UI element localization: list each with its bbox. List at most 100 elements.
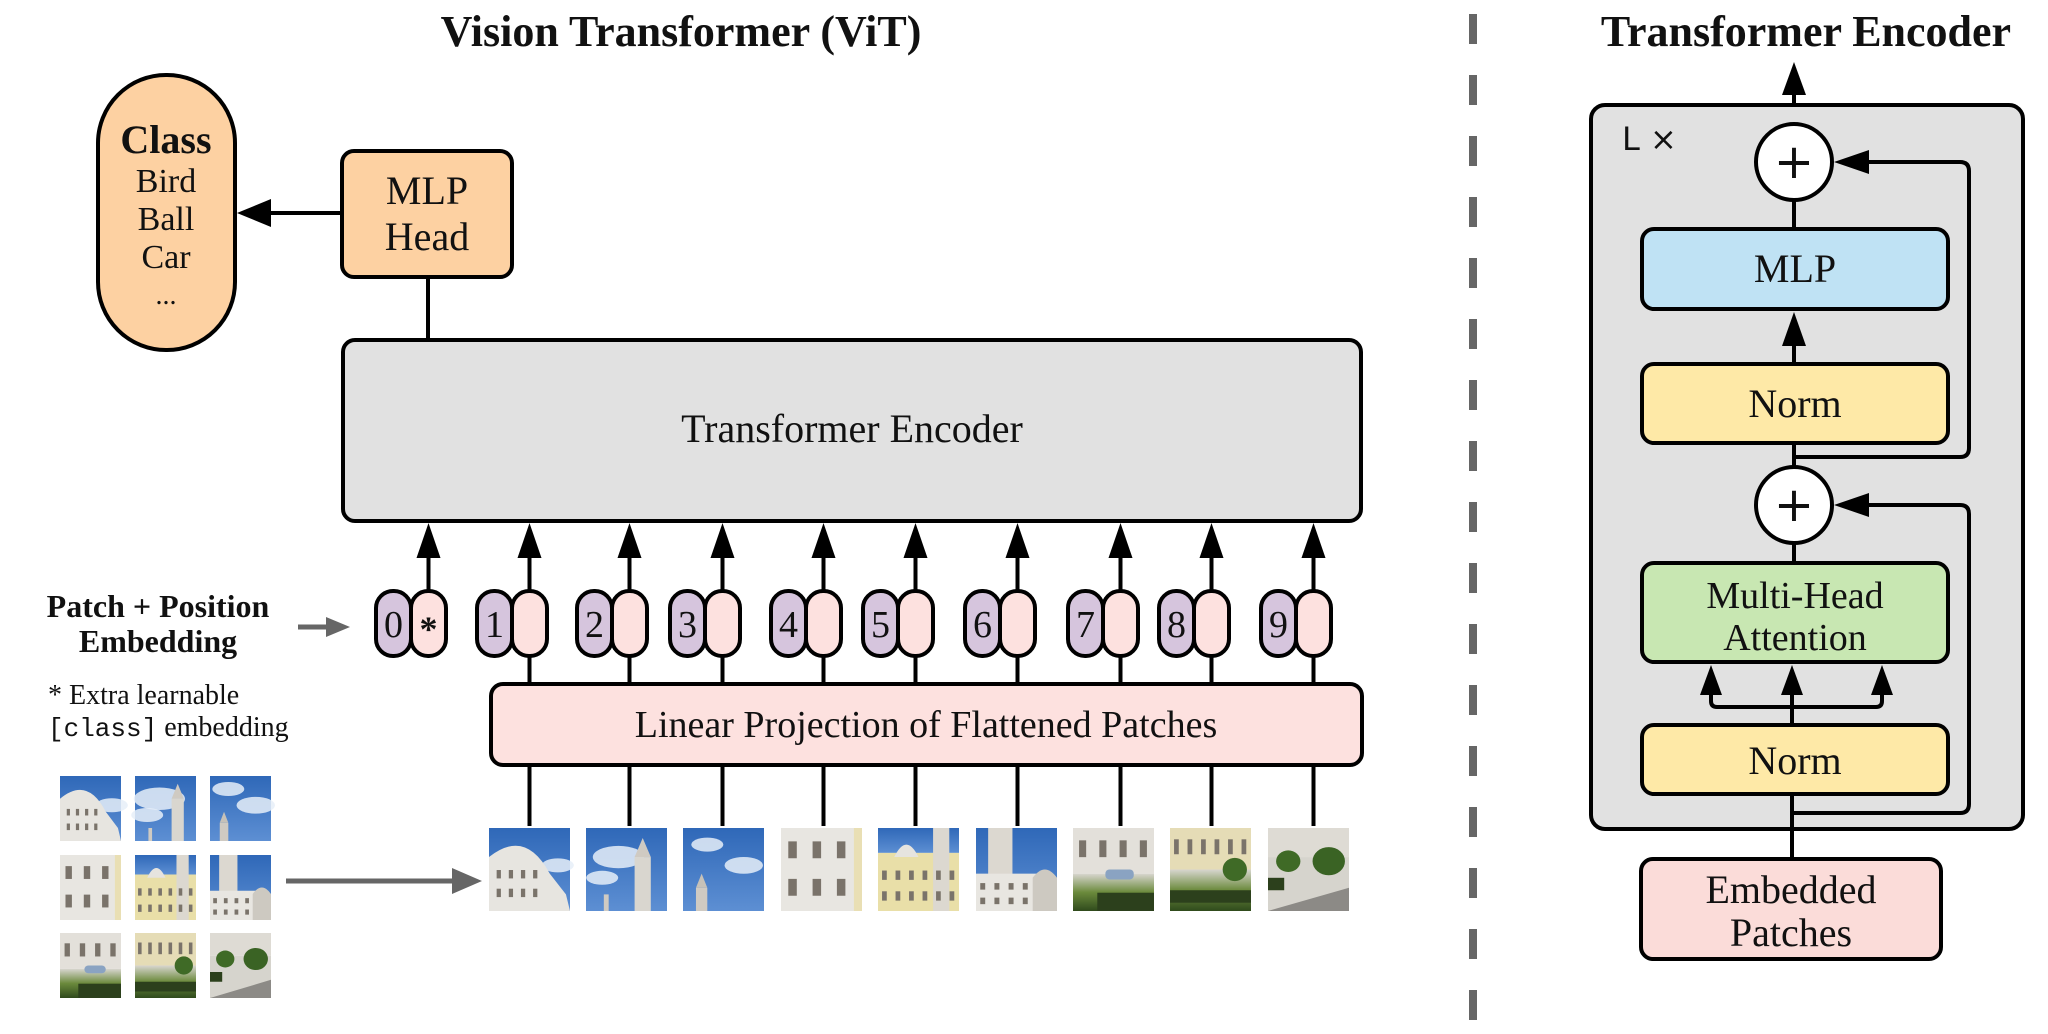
position-index: 9 — [1269, 604, 1288, 646]
divider-dash — [1469, 929, 1477, 959]
patch-embedding — [998, 589, 1037, 658]
patch-image — [210, 776, 275, 841]
embedded-patches-label: Patches — [1730, 910, 1852, 955]
patch-image — [135, 855, 196, 920]
position-index: 3 — [678, 604, 697, 646]
embedding-label: Embedding — [79, 623, 237, 659]
class-item: Car — [141, 239, 191, 276]
mlp-label: MLP — [1754, 246, 1836, 291]
position-index: 8 — [1167, 604, 1186, 646]
patch-embedding — [1101, 589, 1140, 658]
embedding-label: Patch + Position — [47, 588, 270, 624]
arrowhead-icon — [452, 868, 482, 894]
patch-image — [1170, 828, 1251, 911]
class-item: Ball — [138, 201, 195, 238]
arrowhead-icon — [1108, 523, 1133, 558]
norm-label: Norm — [1748, 381, 1841, 426]
encoder-block — [1589, 103, 2025, 831]
token-pair: 6 — [963, 523, 1037, 684]
patch-embedding — [1192, 589, 1231, 658]
arrowhead-icon — [1199, 523, 1224, 558]
norm-label: Norm — [1748, 738, 1841, 783]
divider-dash — [1469, 807, 1477, 837]
divider-dash — [1469, 441, 1477, 471]
arrowhead-icon — [416, 523, 441, 558]
patch-embedding — [896, 589, 935, 658]
attention-label: Multi-Head — [1706, 575, 1883, 617]
arrowhead-icon — [326, 617, 350, 637]
patch-embedding — [510, 589, 549, 658]
patch-image — [210, 855, 271, 920]
add-symbol: + — [1774, 134, 1814, 190]
class-item: ... — [156, 280, 177, 311]
divider-dash — [1469, 380, 1477, 410]
arrowhead-icon — [903, 523, 928, 558]
divider-dash — [1469, 75, 1477, 105]
divider-dash — [1469, 197, 1477, 227]
class-output: Class Bird Ball Car ... — [96, 73, 237, 352]
patch-image — [683, 828, 764, 911]
patch-image — [210, 933, 271, 998]
patch-image — [60, 776, 128, 841]
position-index: 0 — [384, 604, 403, 646]
embedded-patches-label: Embedded — [1705, 867, 1876, 912]
patch-embedding — [610, 589, 649, 658]
patch-embedding — [1294, 589, 1333, 658]
token-pair: 0 * — [374, 523, 448, 658]
patch-image — [1073, 828, 1154, 911]
divider-dash — [1469, 624, 1477, 654]
divider-dash — [1469, 502, 1477, 532]
patch-image — [131, 776, 196, 841]
token-pair: 1 — [475, 523, 549, 684]
patch-image — [878, 828, 959, 911]
divider-dash — [1469, 319, 1477, 349]
class-token-code: [class] — [48, 714, 157, 744]
divider-dash — [1469, 14, 1477, 44]
divider-dash — [1469, 746, 1477, 776]
token-pair: 4 — [769, 523, 843, 684]
patch-image — [586, 828, 667, 911]
arrowhead-icon — [237, 199, 271, 227]
class-token-footnote: * Extra learnable — [48, 680, 239, 711]
patch-image — [1268, 828, 1349, 911]
token-pair: 8 — [1157, 523, 1231, 684]
patch-image — [60, 855, 121, 920]
class-token-marker: * — [420, 609, 438, 649]
token-pair: 9 — [1259, 523, 1333, 684]
arrowhead-icon — [617, 523, 642, 558]
token-pair: 7 — [1066, 523, 1140, 684]
image-patch-grid — [60, 776, 275, 998]
divider-dash — [1469, 136, 1477, 166]
class-token-footnote: [class] embedding — [48, 712, 289, 744]
repeat-label: L × — [1622, 120, 1677, 158]
arrowhead-icon — [1301, 523, 1326, 558]
patch-image — [489, 828, 574, 911]
position-index: 6 — [973, 604, 992, 646]
arrowhead-icon — [1782, 62, 1806, 95]
divider-dash — [1469, 868, 1477, 898]
encoder-detail-title: Transformer Encoder — [1601, 7, 2011, 56]
token-pair: 5 — [861, 523, 935, 684]
class-item: Bird — [136, 163, 196, 200]
arrowhead-icon — [517, 523, 542, 558]
patch-embedding — [804, 589, 843, 658]
position-index: 2 — [585, 604, 604, 646]
vit-diagram: Vision Transformer (ViT) Class Bird Ball… — [47, 7, 2025, 1020]
patch-embedding — [703, 589, 742, 658]
position-index: 5 — [871, 604, 890, 646]
class-token-footnote-rest: embedding — [157, 712, 288, 743]
token-sequence: 0 * 1 2 3 4 5 6 7 8 9 — [374, 523, 1333, 684]
add-symbol: + — [1774, 477, 1814, 533]
arrowhead-icon — [710, 523, 735, 558]
mlp-head-label: MLP — [386, 168, 468, 213]
linear-projection-label: Linear Projection of Flattened Patches — [635, 704, 1218, 746]
patch-image — [60, 933, 121, 998]
class-heading: Class — [120, 117, 211, 162]
patch-sequence — [489, 765, 1349, 911]
divider-dash — [1469, 258, 1477, 288]
divider-dash — [1469, 990, 1477, 1020]
token-pair: 3 — [668, 523, 742, 684]
patch-image — [781, 828, 862, 911]
attention-label: Attention — [1723, 617, 1867, 659]
mlp-head-label: Head — [385, 214, 469, 259]
